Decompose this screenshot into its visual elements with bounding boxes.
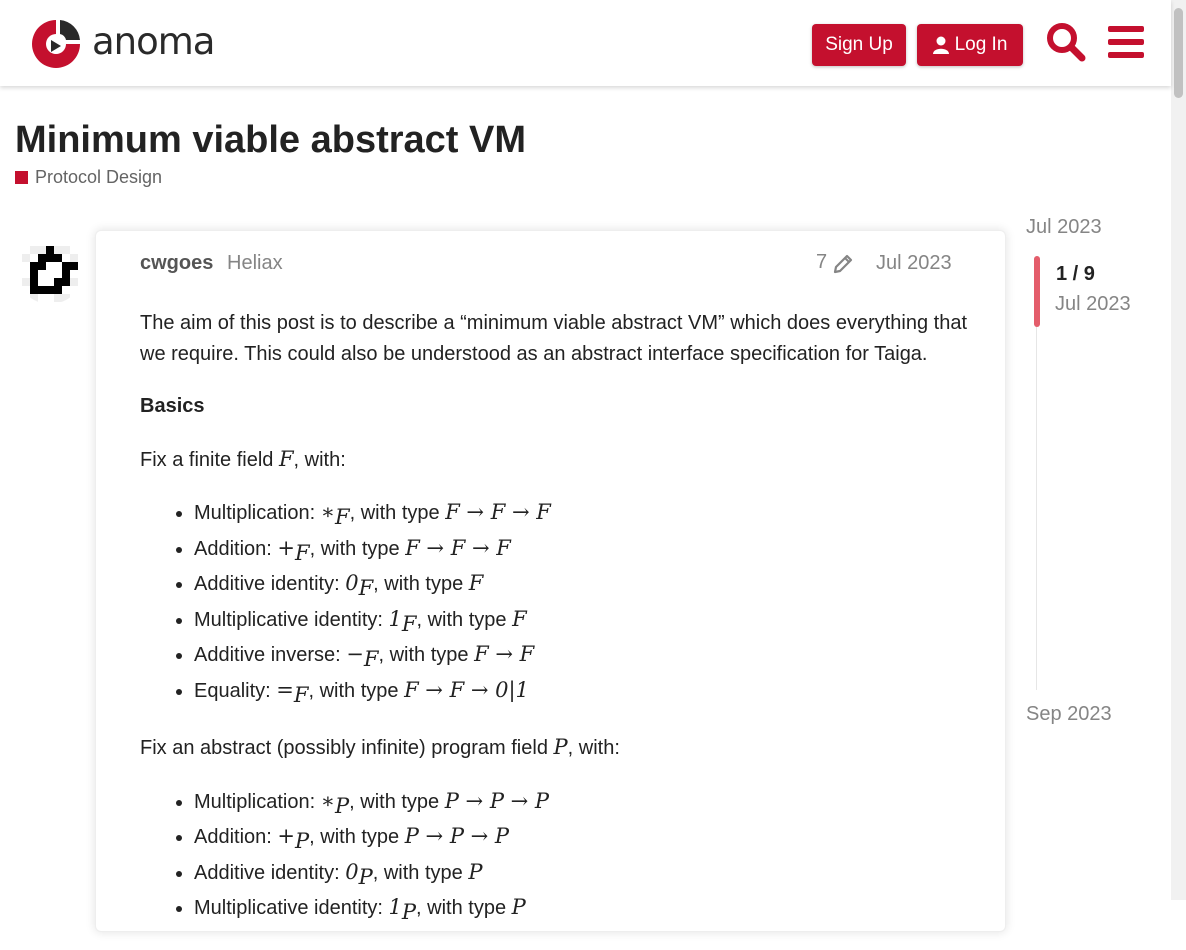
finite-field-intro: Fix a finite field F, with: — [140, 446, 346, 471]
logo-wordmark: anoma — [92, 19, 215, 63]
list-item: Additive inverse: −F, with type F → F — [194, 639, 970, 675]
hamburger-menu-icon[interactable] — [1108, 25, 1144, 64]
program-field-intro: Fix an abstract (possibly infinite) prog… — [140, 735, 620, 759]
log-in-label: Log In — [954, 34, 1008, 55]
post-username[interactable]: cwgoes — [140, 252, 213, 275]
program-field-operations-list: Multiplication: ∗P, with type P → P → P … — [140, 786, 970, 928]
list-item: Multiplication: ∗P, with type P → P → P — [194, 786, 970, 822]
timeline-end-date[interactable]: Sep 2023 — [1026, 703, 1112, 726]
list-item: Addition: +F, with type F → F → F — [194, 533, 970, 569]
list-item: Multiplication: ∗F, with type F → F → F — [194, 497, 970, 533]
category-name: Protocol Design — [35, 167, 163, 187]
pencil-icon — [833, 252, 855, 274]
category-color-swatch — [15, 171, 28, 184]
search-icon[interactable] — [1046, 22, 1086, 67]
list-item: Addition: +P, with type P → P → P — [194, 821, 970, 857]
section-heading: Basics — [140, 395, 205, 417]
post-body: The aim of this post is to describe a “m… — [140, 308, 970, 950]
post-date[interactable]: Jul 2023 — [876, 252, 952, 275]
timeline-position: 1 / 9 — [1056, 263, 1095, 285]
list-item: Additive identity: 0F, with type F — [194, 568, 970, 604]
page-scrollbar[interactable] — [1171, 0, 1186, 900]
edit-count: 7 — [816, 251, 828, 273]
timeline-scroll-handle[interactable] — [1034, 256, 1040, 327]
avatar[interactable] — [16, 236, 84, 304]
list-item: Equality: =F, with type F → F → 0|1 — [194, 675, 970, 711]
list-item: Multiplicative identity: 1P, with type P — [194, 892, 970, 928]
timeline-position-date: Jul 2023 — [1055, 293, 1131, 315]
anoma-logo-icon — [32, 20, 80, 68]
log-in-button[interactable]: Log In — [917, 24, 1023, 66]
home-logo-link[interactable]: anoma — [30, 18, 215, 70]
scrollbar-thumb[interactable] — [1174, 8, 1183, 98]
category-badge[interactable]: Protocol Design — [15, 167, 162, 188]
topic-title[interactable]: Minimum viable abstract VM — [15, 118, 526, 164]
post-intro-paragraph: The aim of this post is to describe a “m… — [140, 312, 968, 365]
list-item: Multiplicative identity: 1F, with type F — [194, 604, 970, 640]
timeline-start-date[interactable]: Jul 2023 — [1026, 216, 1102, 239]
site-header: anoma Sign Up Log In — [0, 0, 1171, 86]
edit-history-button[interactable]: 7 — [816, 251, 855, 274]
sign-up-button[interactable]: Sign Up — [812, 24, 906, 66]
finite-field-operations-list: Multiplication: ∗F, with type F → F → F … — [140, 497, 970, 710]
user-icon — [932, 36, 949, 54]
post-user-title: Heliax — [227, 252, 283, 274]
list-item: Additive identity: 0P, with type P — [194, 857, 970, 893]
